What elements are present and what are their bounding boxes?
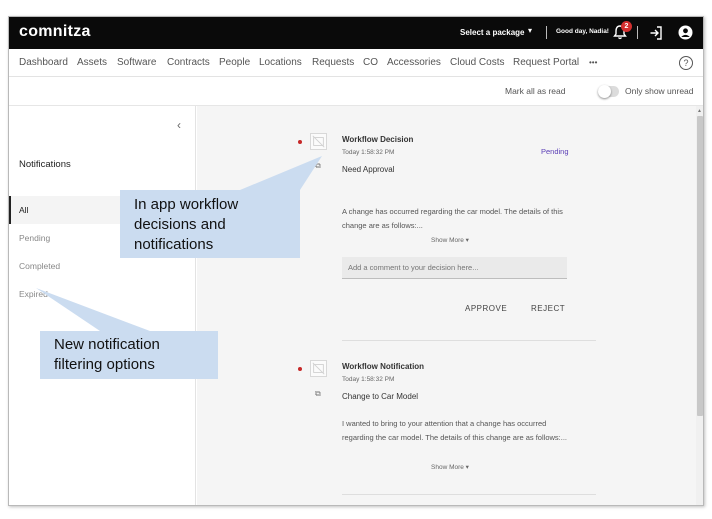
callout-pointers bbox=[36, 156, 322, 331]
callout-pointer bbox=[240, 156, 322, 190]
callout-filtering: New notification filtering options bbox=[40, 331, 218, 379]
callout-workflow: In app workflow decisions and notificati… bbox=[120, 190, 300, 258]
callout-pointer bbox=[36, 288, 150, 331]
